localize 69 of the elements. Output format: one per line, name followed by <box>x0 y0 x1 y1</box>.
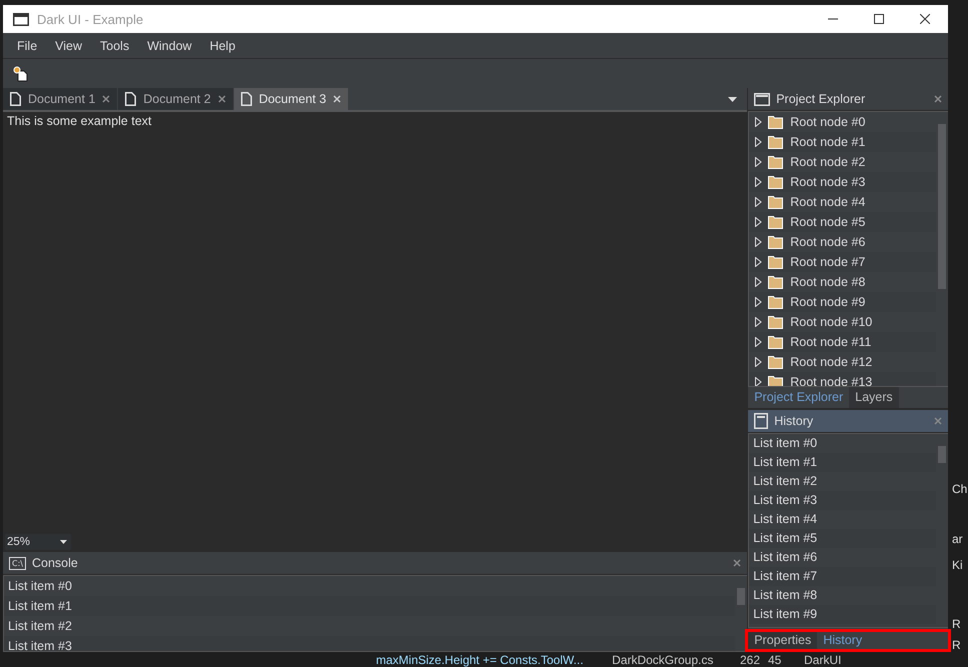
maximize-icon <box>874 14 884 24</box>
folder-icon <box>768 175 784 189</box>
expand-arrow-icon[interactable] <box>755 317 762 327</box>
document-icon <box>10 92 21 106</box>
window-icon <box>754 92 770 106</box>
menu-item[interactable]: Tools <box>91 34 138 56</box>
close-icon[interactable] <box>333 95 342 103</box>
expand-arrow-icon[interactable] <box>755 297 762 307</box>
book-icon <box>754 413 768 429</box>
project-name: DarkUI <box>804 653 842 667</box>
expand-arrow-icon[interactable] <box>755 237 762 247</box>
document-icon <box>240 92 252 106</box>
folder-icon <box>768 255 784 269</box>
expand-arrow-icon[interactable] <box>755 157 762 167</box>
close-icon <box>920 14 930 24</box>
close-icon[interactable] <box>934 95 942 103</box>
menu-item[interactable]: Window <box>138 34 201 56</box>
code-line: maxMinSize.Height += Consts.ToolW... <box>376 653 584 667</box>
partial-label: Ch <box>952 482 968 496</box>
close-icon[interactable] <box>218 95 226 103</box>
menu-item[interactable]: View <box>46 34 92 56</box>
partial-label: Ki <box>952 558 963 572</box>
document-icon <box>125 92 136 106</box>
expand-arrow-icon[interactable] <box>755 357 762 367</box>
menu-item[interactable]: File <box>8 34 46 56</box>
document-text: This is some example text <box>7 114 152 128</box>
expand-arrow-icon[interactable] <box>755 197 762 207</box>
panel-tab[interactable]: Properties <box>748 632 818 649</box>
close-icon[interactable] <box>733 559 742 567</box>
folder-icon <box>768 195 784 209</box>
document-tab[interactable]: Document 3 <box>234 88 348 110</box>
folder-icon <box>768 315 784 329</box>
expand-arrow-icon[interactable] <box>755 177 762 187</box>
folder-icon <box>768 215 784 229</box>
folder-icon <box>768 115 784 129</box>
expand-arrow-icon[interactable] <box>755 377 762 386</box>
partial-label: ar <box>952 532 963 546</box>
console-icon: C:\ <box>9 556 26 570</box>
expand-arrow-icon[interactable] <box>755 337 762 347</box>
partial-label: R <box>952 638 961 652</box>
expand-arrow-icon[interactable] <box>755 117 762 127</box>
document-tab[interactable]: Document 2 <box>118 88 233 110</box>
panel-tab[interactable]: Layers <box>849 387 899 408</box>
new-document-icon <box>12 65 28 82</box>
expand-arrow-icon[interactable] <box>755 277 762 287</box>
dropdown-arrow-icon[interactable] <box>728 96 738 102</box>
folder-icon <box>768 155 784 169</box>
column-number: 45 <box>768 653 782 667</box>
document-editor[interactable]: This is some example text 25% <box>3 112 748 550</box>
panel-header: History <box>748 410 948 433</box>
document-tab[interactable]: Document 1 <box>3 88 118 110</box>
window-title: Dark UI - Example <box>37 12 144 26</box>
file-name: DarkDockGroup.cs <box>612 653 714 667</box>
expand-arrow-icon[interactable] <box>755 137 762 147</box>
folder-icon <box>768 335 784 349</box>
expand-arrow-icon[interactable] <box>755 257 762 267</box>
folder-icon <box>768 275 784 289</box>
line-number: 262 <box>740 653 760 667</box>
expand-arrow-icon[interactable] <box>755 217 762 227</box>
menu-item[interactable]: Help <box>200 34 244 56</box>
zoom-dropdown[interactable]: 25% <box>5 534 71 550</box>
caret-icon <box>60 540 67 544</box>
window-icon <box>13 12 29 26</box>
close-icon[interactable] <box>102 95 110 103</box>
partial-label: R <box>952 617 961 631</box>
folder-icon <box>768 235 784 249</box>
folder-icon <box>768 355 784 369</box>
folder-icon <box>768 135 784 149</box>
folder-icon <box>768 295 784 309</box>
